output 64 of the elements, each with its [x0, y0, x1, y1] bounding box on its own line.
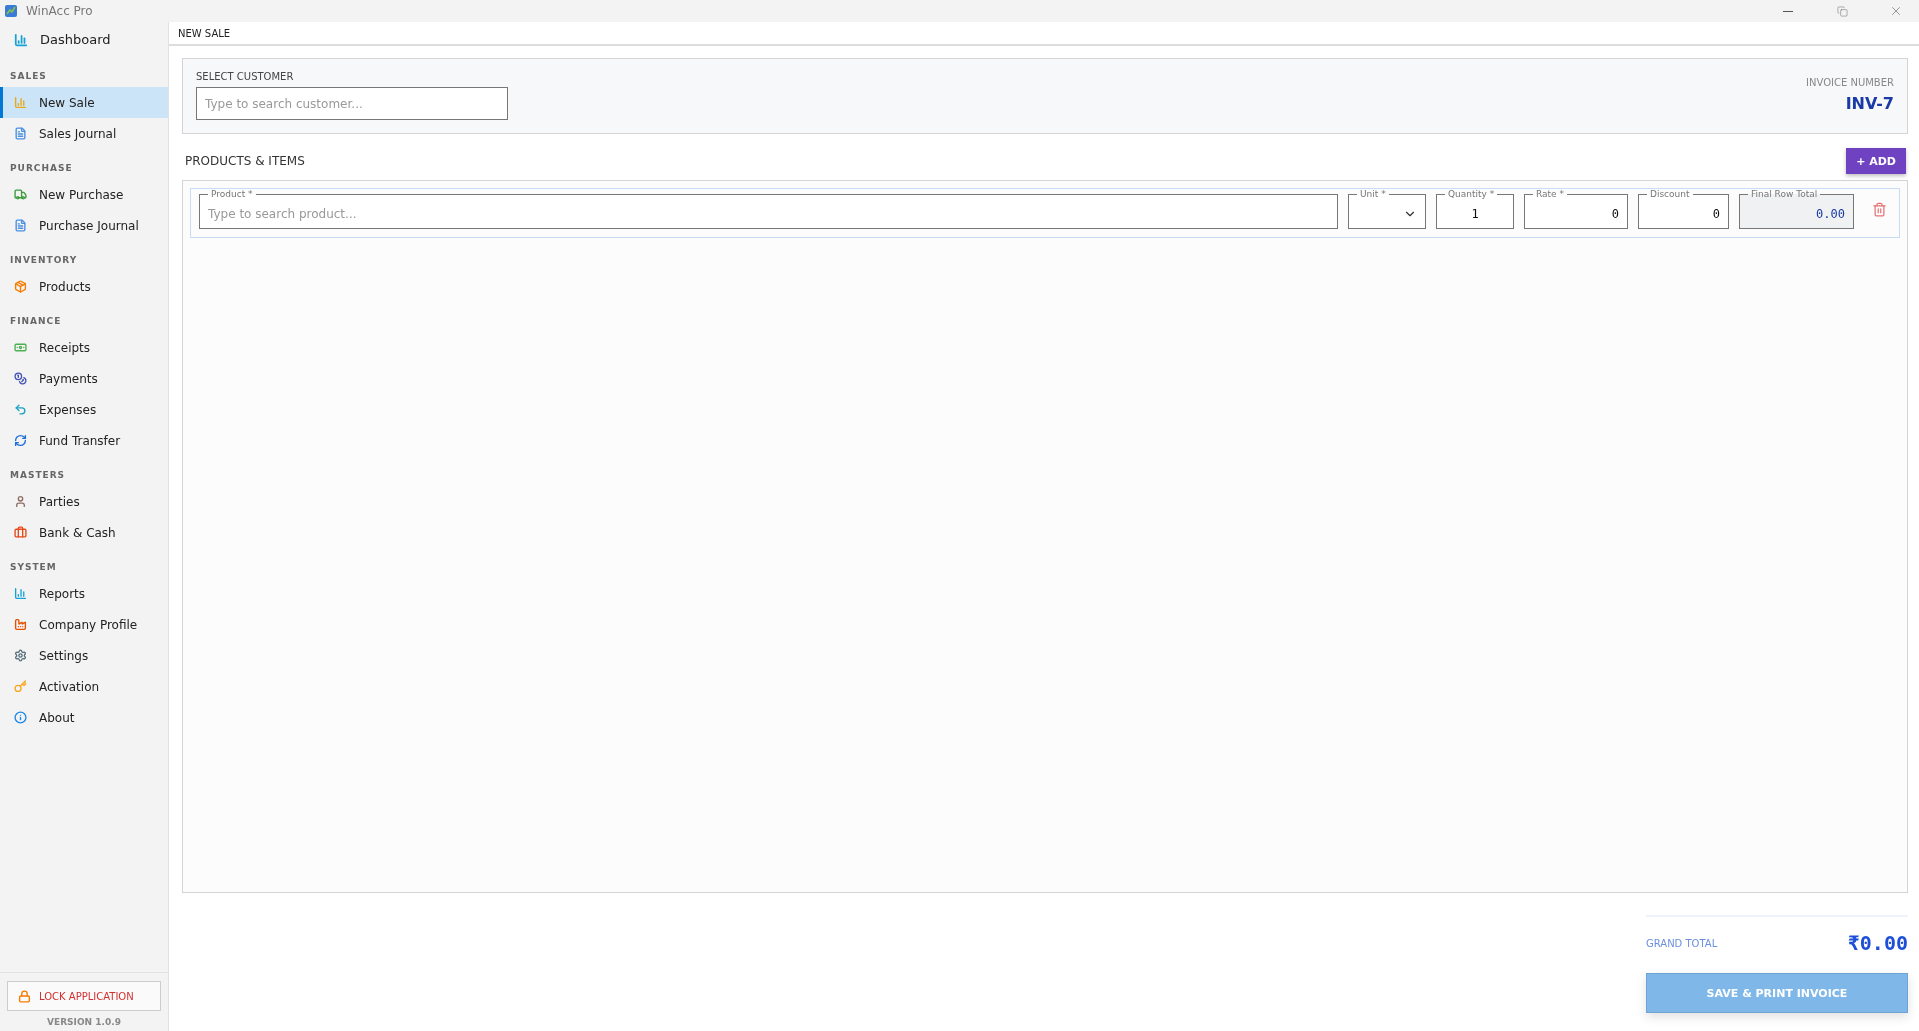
- sidebar-item[interactable]: Dashboard: [0, 22, 168, 57]
- page-title: NEW SALE: [178, 27, 231, 39]
- customer-search-field[interactable]: Type to search customer...: [196, 87, 508, 120]
- sidebar-item[interactable]: Payments: [0, 363, 168, 394]
- customer-label: SELECT CUSTOMER: [196, 71, 295, 82]
- sidebar-section-title: PURCHASE: [9, 162, 74, 175]
- lock-icon: [18, 989, 31, 1003]
- app-logo-icon: [4, 4, 18, 18]
- sidebar-item[interactable]: New Purchase: [0, 179, 168, 210]
- sidebar-section-title: INVENTORY: [9, 254, 79, 267]
- unit-select[interactable]: Unit *: [1348, 189, 1426, 229]
- sidebar-item[interactable]: Purchase Journal: [0, 210, 168, 241]
- document-icon: [14, 219, 27, 232]
- document-icon: [14, 127, 27, 140]
- sidebar-item[interactable]: New Sale: [0, 87, 168, 118]
- sidebar-item[interactable]: Sales Journal: [0, 118, 168, 149]
- row-total-field: Final Row Total 0.00: [1739, 189, 1854, 229]
- grand-total-value: ₹0.00: [1847, 931, 1908, 955]
- sidebar-item[interactable]: Settings: [0, 640, 168, 671]
- bar-chart-icon: [14, 587, 27, 600]
- sidebar-item[interactable]: Bank & Cash: [0, 517, 168, 548]
- sidebar-item[interactable]: About: [0, 702, 168, 733]
- add-button[interactable]: + ADD: [1846, 148, 1906, 174]
- sidebar-section-title: SYSTEM: [9, 561, 58, 574]
- sidebar-item[interactable]: Reports: [0, 578, 168, 609]
- key-icon: [14, 680, 27, 693]
- section-title: PRODUCTS & ITEMS: [185, 154, 305, 168]
- briefcase-icon: [14, 526, 27, 539]
- settings-icon: [14, 649, 27, 662]
- banknote-icon: [14, 341, 27, 354]
- lock-application-button[interactable]: LOCK APPLICATION: [7, 981, 161, 1011]
- restore-icon: [1836, 5, 1848, 17]
- refresh-icon: [14, 434, 27, 447]
- sidebar-item[interactable]: Company Profile: [0, 609, 168, 640]
- window-title: WinAcc Pro: [26, 4, 94, 18]
- sidebar-item[interactable]: Activation: [0, 671, 168, 702]
- box-icon: [14, 280, 27, 293]
- sidebar-item[interactable]: Parties: [0, 486, 168, 517]
- sidebar-section-title: SALES: [9, 70, 48, 83]
- delete-icon[interactable]: [1872, 201, 1887, 217]
- invoice-number-label: INVOICE NUMBER: [1806, 77, 1894, 88]
- bar-chart-icon: [14, 96, 27, 109]
- product-search-field[interactable]: Product * Type to search product...: [199, 189, 1338, 229]
- number-field[interactable]: Discount 0: [1638, 189, 1729, 229]
- sidebar-item[interactable]: Expenses: [0, 394, 168, 425]
- bar-chart-icon: [14, 32, 28, 47]
- sidebar-item[interactable]: Fund Transfer: [0, 425, 168, 456]
- coins-icon: [14, 372, 27, 385]
- info-icon: [14, 711, 27, 724]
- sidebar-item[interactable]: Products: [0, 271, 168, 302]
- grand-total-label: GRAND TOTAL: [1646, 937, 1718, 949]
- factory-icon: [14, 618, 27, 631]
- version-label: VERSION 1.0.9: [47, 1017, 121, 1027]
- sidebar-section-title: FINANCE: [9, 315, 63, 328]
- sidebar-item[interactable]: Receipts: [0, 332, 168, 363]
- invoice-number: INV-7: [1845, 94, 1894, 113]
- quantity-field[interactable]: Quantity * 1: [1436, 189, 1514, 229]
- truck-icon: [14, 188, 27, 201]
- number-field[interactable]: Rate * 0: [1524, 189, 1628, 229]
- sidebar-section-title: MASTERS: [9, 469, 67, 482]
- minimize-icon: [1783, 10, 1793, 12]
- person-icon: [14, 495, 27, 508]
- undo-arrow-icon: [14, 403, 27, 416]
- close-icon: [1889, 4, 1903, 18]
